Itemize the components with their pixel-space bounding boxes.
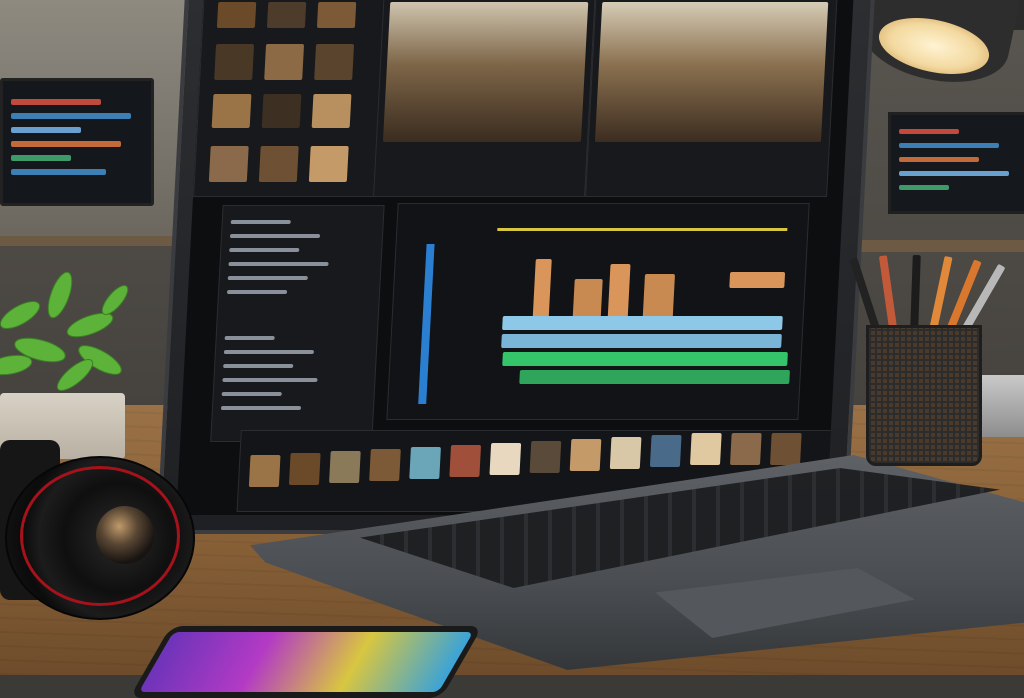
filmstrip-thumbnail[interactable] — [529, 441, 562, 473]
plant-icon — [0, 271, 129, 391]
media-thumbnail[interactable] — [261, 94, 302, 128]
background-monitor-right — [888, 112, 1024, 214]
media-thumbnail[interactable] — [258, 146, 299, 182]
filmstrip-thumbnail[interactable] — [489, 443, 522, 475]
media-thumbnail[interactable] — [308, 146, 349, 182]
media-thumbnail[interactable] — [211, 94, 252, 128]
shelf-left — [0, 236, 175, 246]
filmstrip-thumbnail[interactable] — [369, 449, 401, 481]
media-bin — [193, 0, 386, 197]
timeline-clip[interactable] — [572, 279, 603, 319]
filmstrip-thumbnail[interactable] — [449, 445, 482, 477]
media-thumbnail[interactable] — [264, 44, 305, 80]
preview-frame — [382, 2, 589, 142]
media-thumbnail[interactable] — [214, 44, 255, 80]
timeline — [386, 203, 810, 420]
lamp-base — [975, 375, 1024, 437]
filmstrip-thumbnail[interactable] — [409, 447, 441, 479]
timeline-track-clip[interactable] — [502, 316, 783, 330]
playhead-range[interactable] — [497, 228, 788, 231]
media-thumbnail[interactable] — [208, 146, 249, 182]
shelf-right — [830, 240, 1024, 252]
timeline-audio-clip[interactable] — [502, 352, 788, 366]
filmstrip-thumbnail[interactable] — [769, 433, 802, 465]
media-thumbnail[interactable] — [311, 94, 352, 128]
filmstrip-thumbnail[interactable] — [569, 439, 602, 471]
pencils — [849, 254, 1006, 337]
timeline-audio-clip[interactable] — [519, 370, 790, 384]
filmstrip-thumbnail[interactable] — [329, 451, 361, 483]
media-thumbnail[interactable] — [316, 2, 357, 28]
timeline-track-clip[interactable] — [501, 334, 782, 348]
filmstrip-thumbnail[interactable] — [609, 437, 642, 469]
filmstrip-thumbnail[interactable] — [248, 455, 281, 487]
media-thumbnail[interactable] — [314, 44, 355, 80]
track-header-bar — [418, 244, 435, 404]
media-thumbnail[interactable] — [266, 2, 307, 28]
program-preview — [585, 0, 838, 197]
timeline-clip[interactable] — [729, 272, 786, 288]
timeline-clip[interactable] — [532, 259, 552, 319]
timeline-clip[interactable] — [607, 264, 631, 319]
lens-glass — [96, 506, 154, 564]
filmstrip-thumbnail[interactable] — [729, 433, 762, 465]
tablet-icon — [129, 626, 483, 698]
filmstrip-thumbnail[interactable] — [689, 433, 722, 465]
timeline-clip[interactable] — [642, 274, 676, 319]
editor-screen — [176, 0, 854, 515]
effects-panel — [210, 205, 385, 442]
filmstrip-thumbnail[interactable] — [649, 435, 682, 467]
source-preview — [373, 0, 596, 197]
filmstrip-thumbnail[interactable] — [288, 453, 321, 485]
preview-frame — [594, 2, 829, 142]
background-monitor-left — [0, 78, 154, 206]
media-thumbnail[interactable] — [216, 2, 257, 28]
pencil-cup-icon — [866, 325, 982, 466]
